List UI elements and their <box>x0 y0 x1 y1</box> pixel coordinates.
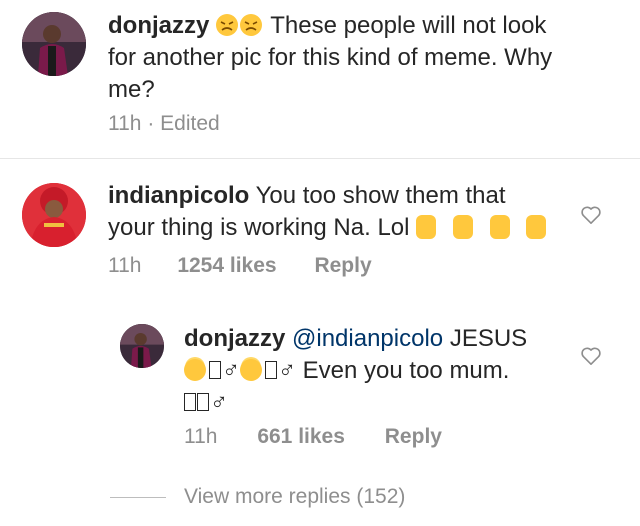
avatar-donjazzy[interactable] <box>22 12 86 76</box>
view-more-replies[interactable]: View more replies (152) <box>184 485 405 509</box>
smiling-halo-face-icon <box>240 359 262 381</box>
person-bowing-icon <box>526 215 547 239</box>
heart-icon[interactable] <box>580 346 602 366</box>
avatar-indianpicolo[interactable] <box>22 183 86 247</box>
male-sign: ♂ <box>222 357 240 384</box>
edited-label: Edited <box>160 112 220 135</box>
persevering-face-icon <box>216 14 239 36</box>
male-sign: ♂ <box>278 357 296 384</box>
person-bowing-icon <box>416 215 437 239</box>
likes-count[interactable]: 1254 likes <box>177 254 276 277</box>
comment-text-line: for another pic for this kind of meme. W… <box>108 44 553 71</box>
reply-body: donjazzy @indianpicolo JESUS ♂ ♂ Even you… <box>184 323 584 419</box>
reply-text-line: Even you too mum. <box>302 357 510 384</box>
comment-username[interactable]: donjazzy <box>108 12 209 39</box>
missing-glyph-icon <box>209 361 221 379</box>
comment-divider <box>0 158 640 159</box>
comment-username[interactable]: indianpicolo <box>108 182 249 209</box>
comment-time: 11h <box>184 425 218 448</box>
comment-meta: 11h · Edited <box>108 112 220 136</box>
meta-separator: · <box>147 112 161 135</box>
persevering-face-icon <box>240 14 263 36</box>
comment-1-body: donjazzy These people will not look for … <box>108 10 608 106</box>
reply-button[interactable]: Reply <box>385 425 442 448</box>
comment-time: 11h <box>108 254 142 277</box>
reply-button[interactable]: Reply <box>314 254 371 277</box>
comment-text-line: You too show them that <box>255 182 506 209</box>
missing-glyph-icon <box>184 393 196 411</box>
missing-glyph-icon <box>265 361 277 379</box>
person-bowing-icon <box>452 215 473 239</box>
male-sign: ♂ <box>210 389 228 416</box>
mention-link[interactable]: @indianpicolo <box>292 325 443 352</box>
comment-text-line: your thing is working Na. Lol <box>108 214 410 241</box>
comment-meta: 11h 1254 likes Reply <box>108 254 372 278</box>
comment-time: 11h <box>108 112 142 135</box>
missing-glyph-icon <box>197 393 209 411</box>
person-bowing-icon <box>489 215 510 239</box>
comment-username[interactable]: donjazzy <box>184 325 285 352</box>
likes-count[interactable]: 661 likes <box>257 425 345 448</box>
avatar-donjazzy[interactable] <box>120 324 164 368</box>
smiling-halo-face-icon <box>184 359 206 381</box>
reply-meta: 11h 661 likes Reply <box>184 425 442 449</box>
view-more-line <box>110 497 166 498</box>
heart-icon[interactable] <box>580 205 602 225</box>
comment-2-body: indianpicolo You too show them that your… <box>108 180 578 244</box>
reply-text-word: JESUS <box>449 325 528 352</box>
comment-text-line: me? <box>108 76 155 103</box>
comment-text-line: These people will not look <box>270 12 547 39</box>
